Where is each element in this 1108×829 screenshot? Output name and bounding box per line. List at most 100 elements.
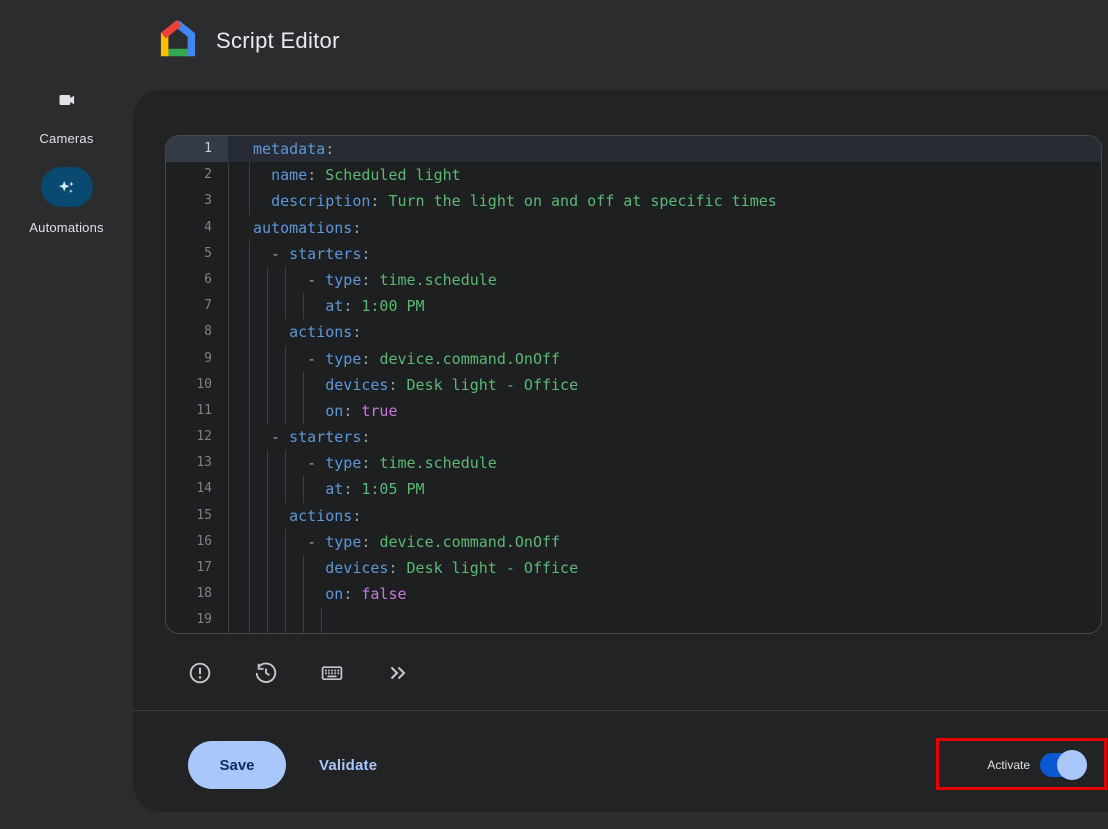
- indent-guide: [303, 372, 304, 398]
- indent-guide: [267, 607, 268, 633]
- indent-guide: [285, 450, 286, 476]
- code-line[interactable]: 1metadata:: [166, 136, 1101, 162]
- line-number: 6: [166, 267, 228, 293]
- indent-guide: [249, 398, 250, 424]
- indent-guide: [267, 372, 268, 398]
- code-line[interactable]: 18 on: false: [166, 581, 1101, 607]
- sidebar-label-cameras: Cameras: [39, 131, 93, 146]
- indent-guide: [249, 424, 250, 450]
- line-number: 10: [166, 372, 228, 398]
- sidebar-item-automations[interactable]: [41, 167, 93, 207]
- indent-guide: [249, 555, 250, 581]
- editor-toolbar: [188, 661, 410, 685]
- code-editor[interactable]: 1metadata:2 name: Scheduled light3 descr…: [165, 135, 1102, 634]
- indent-guide: [249, 607, 250, 633]
- code-line[interactable]: 15 actions:: [166, 503, 1101, 529]
- indent-guide: [249, 529, 250, 555]
- code-line[interactable]: 14 at: 1:05 PM: [166, 476, 1101, 502]
- indent-guide: [249, 372, 250, 398]
- error-icon[interactable]: [188, 661, 212, 685]
- indent-guide: [267, 503, 268, 529]
- code-text: - type: device.command.OnOff: [228, 346, 1101, 372]
- code-text: - type: device.command.OnOff: [228, 529, 1101, 555]
- code-text: at: 1:00 PM: [228, 293, 1101, 319]
- line-number: 11: [166, 398, 228, 424]
- indent-guide: [267, 581, 268, 607]
- code-text: name: Scheduled light: [228, 162, 1101, 188]
- indent-guide: [249, 293, 250, 319]
- indent-guide: [285, 398, 286, 424]
- code-text: metadata:: [228, 136, 1101, 162]
- code-line[interactable]: 5 - starters:: [166, 241, 1101, 267]
- toggle-thumb: [1057, 750, 1087, 780]
- code-text: - starters:: [228, 424, 1101, 450]
- code-text: - type: time.schedule: [228, 450, 1101, 476]
- code-line[interactable]: 9 - type: device.command.OnOff: [166, 346, 1101, 372]
- sidebar-item-cameras[interactable]: [55, 88, 79, 112]
- validate-button[interactable]: Validate: [319, 741, 377, 789]
- code-text: - starters:: [228, 241, 1101, 267]
- sidebar: Cameras Automations: [0, 88, 133, 829]
- code-line[interactable]: 8 actions:: [166, 319, 1101, 345]
- code-line[interactable]: 7 at: 1:00 PM: [166, 293, 1101, 319]
- line-number: 14: [166, 476, 228, 502]
- script-editor-panel: 1metadata:2 name: Scheduled light3 descr…: [133, 90, 1108, 812]
- code-line[interactable]: 4automations:: [166, 215, 1101, 241]
- sidebar-label-automations: Automations: [29, 220, 103, 235]
- indent-guide: [267, 319, 268, 345]
- keyboard-icon[interactable]: [320, 661, 344, 685]
- code-line[interactable]: 11 on: true: [166, 398, 1101, 424]
- indent-guide: [267, 346, 268, 372]
- activate-toggle[interactable]: [1040, 753, 1084, 777]
- line-number: 9: [166, 346, 228, 372]
- indent-guide: [285, 555, 286, 581]
- line-number: 7: [166, 293, 228, 319]
- indent-guide: [285, 267, 286, 293]
- code-text: description: Turn the light on and off a…: [228, 188, 1101, 214]
- indent-guide: [285, 607, 286, 633]
- indent-guide: [303, 555, 304, 581]
- indent-guide: [249, 503, 250, 529]
- code-line[interactable]: 13 - type: time.schedule: [166, 450, 1101, 476]
- code-line[interactable]: 16 - type: device.command.OnOff: [166, 529, 1101, 555]
- save-button[interactable]: Save: [188, 741, 286, 789]
- code-line[interactable]: 2 name: Scheduled light: [166, 162, 1101, 188]
- indent-guide: [267, 529, 268, 555]
- history-icon[interactable]: [254, 661, 278, 685]
- code-line[interactable]: 19: [166, 607, 1101, 633]
- indent-guide: [285, 529, 286, 555]
- code-text: automations:: [228, 215, 1101, 241]
- videocam-icon: [57, 90, 77, 110]
- code-line[interactable]: 10 devices: Desk light - Office: [166, 372, 1101, 398]
- header: Script Editor: [0, 0, 1108, 90]
- indent-guide: [267, 398, 268, 424]
- indent-guide: [285, 476, 286, 502]
- indent-guide: [285, 346, 286, 372]
- code-line[interactable]: 6 - type: time.schedule: [166, 267, 1101, 293]
- indent-guide: [267, 476, 268, 502]
- line-number: 17: [166, 555, 228, 581]
- line-number: 5: [166, 241, 228, 267]
- line-number: 1: [166, 136, 228, 162]
- indent-guide: [249, 450, 250, 476]
- double-chevron-right-icon[interactable]: [386, 661, 410, 685]
- line-number: 2: [166, 162, 228, 188]
- code-line[interactable]: 12 - starters:: [166, 424, 1101, 450]
- line-number: 15: [166, 503, 228, 529]
- code-line[interactable]: 17 devices: Desk light - Office: [166, 555, 1101, 581]
- page-title: Script Editor: [216, 28, 340, 54]
- indent-guide: [249, 319, 250, 345]
- code-text: at: 1:05 PM: [228, 476, 1101, 502]
- code-text: on: true: [228, 398, 1101, 424]
- code-line[interactable]: 3 description: Turn the light on and off…: [166, 188, 1101, 214]
- activate-control: Activate: [987, 741, 1084, 789]
- line-number: 3: [166, 188, 228, 214]
- line-number: 18: [166, 581, 228, 607]
- line-number: 19: [166, 607, 228, 633]
- indent-guide: [285, 372, 286, 398]
- indent-guide: [303, 581, 304, 607]
- indent-guide: [267, 267, 268, 293]
- sparkle-icon: [56, 176, 78, 198]
- indent-guide: [303, 476, 304, 502]
- indent-guide: [249, 476, 250, 502]
